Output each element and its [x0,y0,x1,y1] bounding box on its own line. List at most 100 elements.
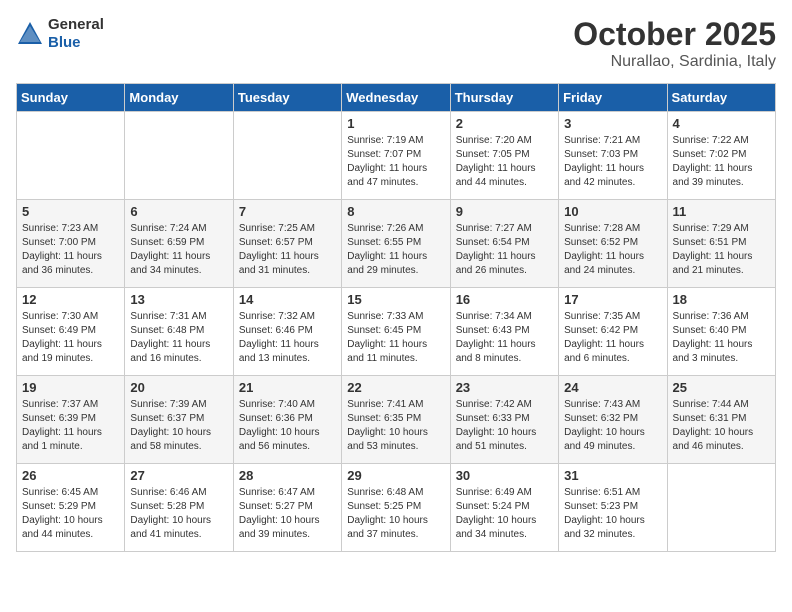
day-info: Sunrise: 7:42 AM Sunset: 6:33 PM Dayligh… [456,398,553,454]
day-number: 14 [239,292,336,307]
calendar-day-12: 12 Sunrise: 7:30 AM Sunset: 6:49 PM Dayli… [17,288,125,376]
day-number: 26 [22,468,119,483]
calendar-empty-cell [125,112,233,200]
calendar-empty-cell [17,112,125,200]
calendar-day-21: 21 Sunrise: 7:40 AM Sunset: 6:36 PM Dayli… [233,376,341,464]
title-section: October 2025 Nurallao, Sardinia, Italy [573,16,776,71]
weekday-header-tuesday: Tuesday [233,84,341,112]
calendar-day-2: 2 Sunrise: 7:20 AM Sunset: 7:05 PM Daylig… [450,112,558,200]
day-number: 27 [130,468,227,483]
page-header: General Blue October 2025 Nurallao, Sard… [16,16,776,71]
calendar-week-row: 19Sunrise: 7:37 AM Sunset: 6:39 PM Dayli… [17,376,776,464]
logo: General Blue [16,16,104,52]
calendar-day-31: 31 Sunrise: 6:51 AM Sunset: 5:23 PM Dayli… [559,464,667,552]
day-info: Sunrise: 7:21 AM Sunset: 7:03 PM Dayligh… [564,134,661,190]
weekday-header-thursday: Thursday [450,84,558,112]
logo-icon [16,20,44,48]
calendar-day-14: 14 Sunrise: 7:32 AM Sunset: 6:46 PM Dayli… [233,288,341,376]
day-info: Sunrise: 7:33 AM Sunset: 6:45 PM Dayligh… [347,310,444,366]
day-info: Sunrise: 7:26 AM Sunset: 6:55 PM Dayligh… [347,222,444,278]
calendar-week-row: 26 Sunrise: 6:45 AM Sunset: 5:29 PM Dayli… [17,464,776,552]
calendar-day-13: 13 Sunrise: 7:31 AM Sunset: 6:48 PM Dayli… [125,288,233,376]
calendar-day-10: 10 Sunrise: 7:28 AM Sunset: 6:52 PM Dayli… [559,200,667,288]
day-number: 9 [456,204,553,219]
day-number: 28 [239,468,336,483]
calendar-day-9: 9 Sunrise: 7:27 AM Sunset: 6:54 PM Daylig… [450,200,558,288]
day-info: Sunrise: 7:43 AM Sunset: 6:32 PM Dayligh… [564,398,661,454]
day-info: Sunrise: 7:30 AM Sunset: 6:49 PM Dayligh… [22,310,119,366]
day-info: Sunrise: 6:46 AM Sunset: 5:28 PM Dayligh… [130,486,227,542]
calendar-day-5: 5Sunrise: 7:23 AM Sunset: 7:00 PM Daylig… [17,200,125,288]
weekday-header-wednesday: Wednesday [342,84,450,112]
calendar-day-26: 26 Sunrise: 6:45 AM Sunset: 5:29 PM Dayli… [17,464,125,552]
day-info: Sunrise: 7:22 AM Sunset: 7:02 PM Dayligh… [673,134,770,190]
day-number: 15 [347,292,444,307]
calendar-day-3: 3 Sunrise: 7:21 AM Sunset: 7:03 PM Daylig… [559,112,667,200]
day-number: 31 [564,468,661,483]
day-number: 10 [564,204,661,219]
day-info: Sunrise: 7:32 AM Sunset: 6:46 PM Dayligh… [239,310,336,366]
day-info: Sunrise: 7:29 AM Sunset: 6:51 PM Dayligh… [673,222,770,278]
day-number: 13 [130,292,227,307]
day-info: Sunrise: 6:45 AM Sunset: 5:29 PM Dayligh… [22,486,119,542]
weekday-header-row: SundayMondayTuesdayWednesdayThursdayFrid… [17,84,776,112]
day-number: 1 [347,116,444,131]
calendar-empty-cell [233,112,341,200]
calendar-day-4: 4 Sunrise: 7:22 AM Sunset: 7:02 PM Daylig… [667,112,775,200]
day-number: 7 [239,204,336,219]
day-number: 21 [239,380,336,395]
day-info: Sunrise: 6:49 AM Sunset: 5:24 PM Dayligh… [456,486,553,542]
day-number: 12 [22,292,119,307]
calendar-day-7: 7 Sunrise: 7:25 AM Sunset: 6:57 PM Daylig… [233,200,341,288]
day-info: Sunrise: 7:28 AM Sunset: 6:52 PM Dayligh… [564,222,661,278]
calendar-week-row: 1Sunrise: 7:19 AM Sunset: 7:07 PM Daylig… [17,112,776,200]
day-info: Sunrise: 7:31 AM Sunset: 6:48 PM Dayligh… [130,310,227,366]
day-number: 23 [456,380,553,395]
day-number: 24 [564,380,661,395]
day-number: 20 [130,380,227,395]
calendar-day-20: 20 Sunrise: 7:39 AM Sunset: 6:37 PM Dayli… [125,376,233,464]
day-info: Sunrise: 7:27 AM Sunset: 6:54 PM Dayligh… [456,222,553,278]
day-info: Sunrise: 6:48 AM Sunset: 5:25 PM Dayligh… [347,486,444,542]
weekday-header-saturday: Saturday [667,84,775,112]
weekday-header-monday: Monday [125,84,233,112]
calendar-empty-cell [667,464,775,552]
day-number: 29 [347,468,444,483]
day-number: 8 [347,204,444,219]
day-info: Sunrise: 7:25 AM Sunset: 6:57 PM Dayligh… [239,222,336,278]
day-info: Sunrise: 7:20 AM Sunset: 7:05 PM Dayligh… [456,134,553,190]
weekday-header-friday: Friday [559,84,667,112]
day-info: Sunrise: 6:51 AM Sunset: 5:23 PM Dayligh… [564,486,661,542]
day-info: Sunrise: 7:40 AM Sunset: 6:36 PM Dayligh… [239,398,336,454]
day-number: 5 [22,204,119,219]
day-info: Sunrise: 7:39 AM Sunset: 6:37 PM Dayligh… [130,398,227,454]
calendar-day-30: 30Sunrise: 6:49 AM Sunset: 5:24 PM Dayli… [450,464,558,552]
calendar-week-row: 5Sunrise: 7:23 AM Sunset: 7:00 PM Daylig… [17,200,776,288]
day-number: 18 [673,292,770,307]
calendar-day-15: 15 Sunrise: 7:33 AM Sunset: 6:45 PM Dayli… [342,288,450,376]
day-number: 6 [130,204,227,219]
day-info: Sunrise: 7:41 AM Sunset: 6:35 PM Dayligh… [347,398,444,454]
day-number: 25 [673,380,770,395]
calendar-day-28: 28Sunrise: 6:47 AM Sunset: 5:27 PM Dayli… [233,464,341,552]
day-number: 16 [456,292,553,307]
day-number: 2 [456,116,553,131]
calendar-day-8: 8 Sunrise: 7:26 AM Sunset: 6:55 PM Daylig… [342,200,450,288]
day-number: 22 [347,380,444,395]
logo-blue-text: Blue [48,34,104,52]
calendar-day-27: 27 Sunrise: 6:46 AM Sunset: 5:28 PM Dayli… [125,464,233,552]
day-number: 11 [673,204,770,219]
logo-text: General Blue [48,16,104,52]
calendar-day-11: 11 Sunrise: 7:29 AM Sunset: 6:51 PM Dayli… [667,200,775,288]
calendar-table: SundayMondayTuesdayWednesdayThursdayFrid… [16,83,776,552]
calendar-week-row: 12 Sunrise: 7:30 AM Sunset: 6:49 PM Dayli… [17,288,776,376]
day-info: Sunrise: 7:34 AM Sunset: 6:43 PM Dayligh… [456,310,553,366]
day-number: 3 [564,116,661,131]
location-title: Nurallao, Sardinia, Italy [573,53,776,71]
day-info: Sunrise: 7:36 AM Sunset: 6:40 PM Dayligh… [673,310,770,366]
day-number: 4 [673,116,770,131]
logo-general-text: General [48,16,104,34]
calendar-day-22: 22 Sunrise: 7:41 AM Sunset: 6:35 PM Dayli… [342,376,450,464]
day-number: 19 [22,380,119,395]
month-title: October 2025 [573,16,776,53]
